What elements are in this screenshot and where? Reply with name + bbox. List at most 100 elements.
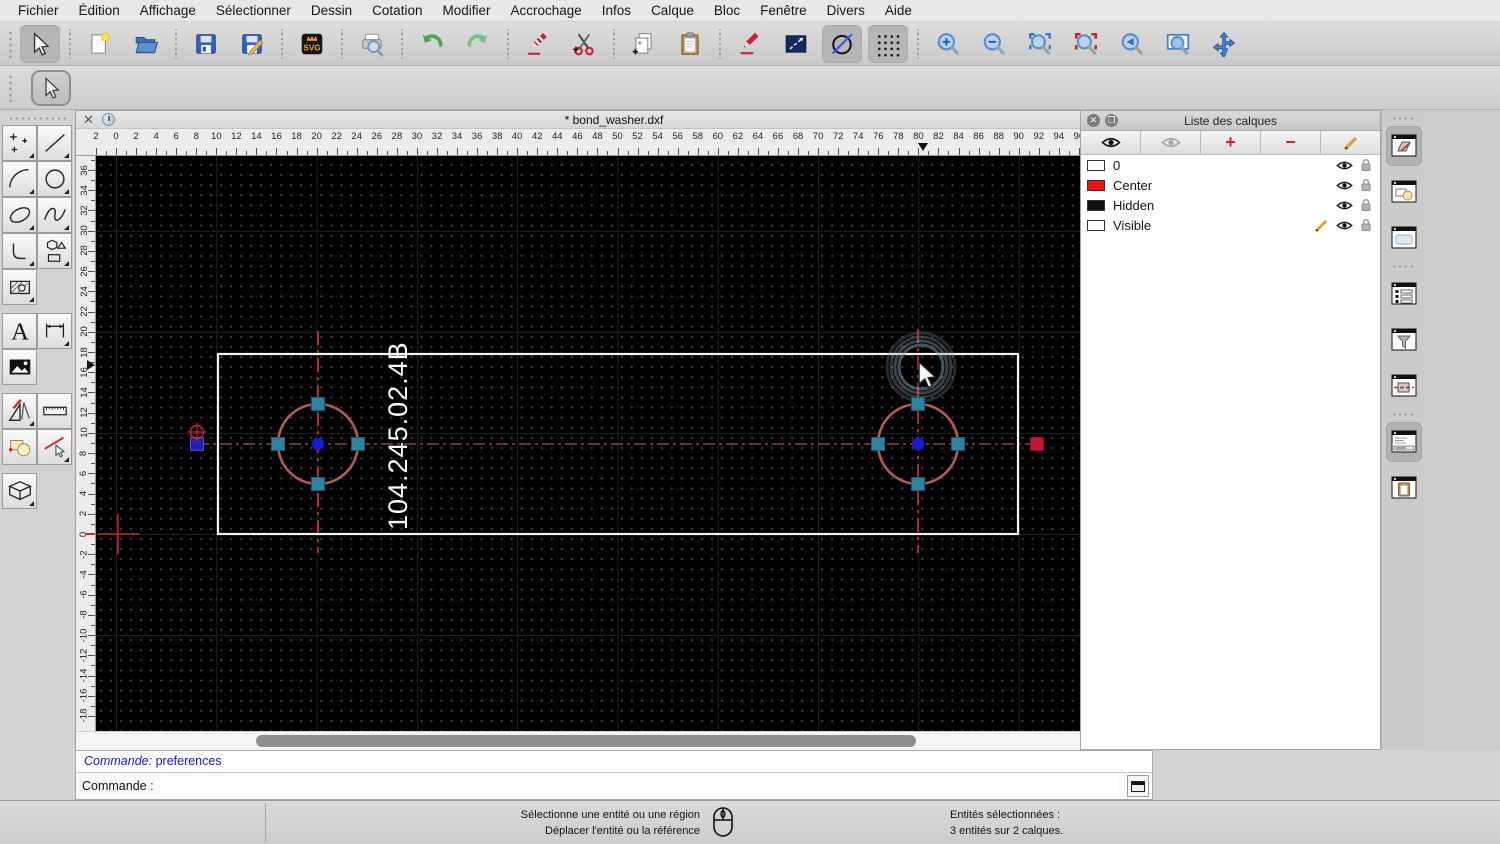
copy-button[interactable]	[624, 25, 664, 63]
zoom-selected-button[interactable]	[1066, 25, 1106, 63]
image-tool[interactable]	[2, 349, 37, 385]
layer-visible-icon[interactable]	[1336, 200, 1353, 211]
polyline-tool[interactable]	[2, 233, 37, 269]
menu-bloc[interactable]: Bloc	[704, 3, 750, 18]
panel-float-button[interactable]: ❐	[1105, 114, 1118, 127]
layer-color-swatch[interactable]	[1087, 159, 1105, 171]
menu-edition[interactable]: Édition	[69, 3, 130, 18]
text-tool[interactable]: A	[2, 313, 37, 349]
trim-tool[interactable]	[37, 429, 72, 465]
layer-row-center[interactable]: Center	[1081, 175, 1380, 195]
layer-lock-icon[interactable]	[1360, 158, 1372, 172]
points-tool[interactable]	[2, 125, 37, 161]
selection-handle	[351, 437, 365, 451]
save-button[interactable]	[186, 25, 226, 63]
dock-wall-button[interactable]	[1386, 366, 1422, 406]
edit-layer-button[interactable]	[1321, 131, 1380, 154]
menu-divers[interactable]: Divers	[817, 3, 875, 18]
palette-drag-handle[interactable]	[7, 116, 68, 121]
undo-button[interactable]	[412, 25, 452, 63]
add-layer-button[interactable]: +	[1201, 131, 1261, 154]
ruler-tick	[91, 341, 95, 343]
layer-visible-icon[interactable]	[1336, 180, 1353, 191]
selection-tool-button[interactable]	[31, 69, 71, 106]
layer-row-0[interactable]: 0	[1081, 155, 1380, 175]
delete-button[interactable]	[518, 25, 558, 63]
select-arrow-button[interactable]	[20, 24, 60, 63]
menu-modifier[interactable]: Modifier	[432, 3, 500, 18]
menu-aide[interactable]: Aide	[875, 3, 922, 18]
zoom-in-button[interactable]	[928, 25, 968, 63]
dock-library-browser-button[interactable]	[1386, 218, 1422, 258]
line-tool[interactable]	[37, 125, 72, 161]
dock-command-line-button[interactable]	[1385, 422, 1422, 462]
toolbar-drag-handle[interactable]	[8, 29, 13, 58]
ruler-tick	[266, 151, 268, 155]
layer-color-swatch[interactable]	[1087, 199, 1105, 211]
command-input[interactable]	[159, 776, 1119, 796]
dock-drag-handle[interactable]	[1390, 116, 1417, 121]
arc-tool[interactable]	[2, 161, 37, 197]
menu-accrochage[interactable]: Accrochage	[500, 3, 591, 18]
menu-cotation[interactable]: Cotation	[362, 3, 432, 18]
layer-lock-icon[interactable]	[1360, 218, 1372, 232]
remove-layer-button[interactable]: −	[1261, 131, 1321, 154]
zoom-auto-button[interactable]	[1020, 25, 1060, 63]
dock-layer-list-button[interactable]	[1385, 126, 1422, 166]
menu-fenetre[interactable]: Fenêtre	[750, 3, 817, 18]
layer-visible-icon[interactable]	[1336, 220, 1353, 231]
panel-close-button[interactable]: ✕	[1087, 114, 1100, 127]
redo-button[interactable]	[458, 25, 498, 63]
measure-tool[interactable]	[37, 393, 72, 429]
zoom-previous-button[interactable]	[1112, 25, 1152, 63]
pan-button[interactable]	[1204, 25, 1244, 63]
dock-filter-button[interactable]	[1386, 320, 1422, 360]
hatch-tool[interactable]	[2, 269, 37, 305]
layer-visible-icon[interactable]	[1336, 160, 1353, 171]
modify-tool[interactable]	[2, 393, 37, 429]
cut-button[interactable]	[564, 25, 604, 63]
zoom-window-button[interactable]	[1158, 25, 1198, 63]
solid-3d-tool[interactable]	[2, 473, 37, 509]
svg-export-button[interactable]: SVG	[292, 25, 332, 63]
menu-dessin[interactable]: Dessin	[301, 3, 362, 18]
dimension-tool[interactable]	[37, 313, 72, 349]
ellipse-tool[interactable]	[2, 197, 37, 233]
dock-entity-list-button[interactable]	[1386, 274, 1422, 314]
menu-affichage[interactable]: Affichage	[130, 3, 206, 18]
pen-edit-button[interactable]	[730, 25, 770, 63]
command-dock-button[interactable]	[1127, 775, 1149, 797]
layer-lock-icon[interactable]	[1360, 198, 1372, 212]
dock-block-list-button[interactable]	[1386, 172, 1422, 212]
print-preview-button[interactable]	[352, 25, 392, 63]
menu-calque[interactable]: Calque	[641, 3, 704, 18]
toolbar-drag-handle[interactable]	[8, 73, 13, 102]
hide-all-layers-button[interactable]	[1141, 131, 1201, 154]
layer-color-swatch[interactable]	[1087, 219, 1105, 231]
layer-color-swatch[interactable]	[1087, 179, 1105, 191]
layer-row-hidden[interactable]: Hidden	[1081, 195, 1380, 215]
spline-tool[interactable]	[37, 197, 72, 233]
horizontal-scrollbar[interactable]	[76, 732, 1106, 750]
draft-mode-button[interactable]	[822, 24, 862, 63]
drawing-canvas[interactable]: 104.245.02.4B	[96, 156, 1138, 731]
menu-infos[interactable]: Infos	[592, 3, 641, 18]
new-file-button[interactable]	[80, 25, 120, 63]
menu-selectionner[interactable]: Sélectionner	[206, 3, 301, 18]
save-as-button[interactable]	[232, 25, 272, 63]
open-file-button[interactable]	[126, 25, 166, 63]
show-all-layers-button[interactable]	[1081, 131, 1141, 154]
block-tool[interactable]	[2, 429, 37, 465]
properties-button[interactable]	[776, 25, 816, 63]
grid-toggle-button[interactable]	[868, 24, 908, 63]
horizontal-scrollbar-thumb[interactable]	[256, 735, 916, 747]
polygon-tool[interactable]	[37, 233, 72, 269]
menu-fichier[interactable]: Fichier	[8, 3, 69, 18]
layer-lock-icon[interactable]	[1360, 178, 1372, 192]
zoom-out-button[interactable]	[974, 25, 1014, 63]
dock-clipboard-button[interactable]	[1386, 468, 1422, 508]
ruler-tick	[687, 151, 689, 155]
paste-button[interactable]	[670, 25, 710, 63]
layer-row-visible[interactable]: Visible	[1081, 215, 1380, 235]
circle-tool[interactable]	[37, 161, 72, 197]
